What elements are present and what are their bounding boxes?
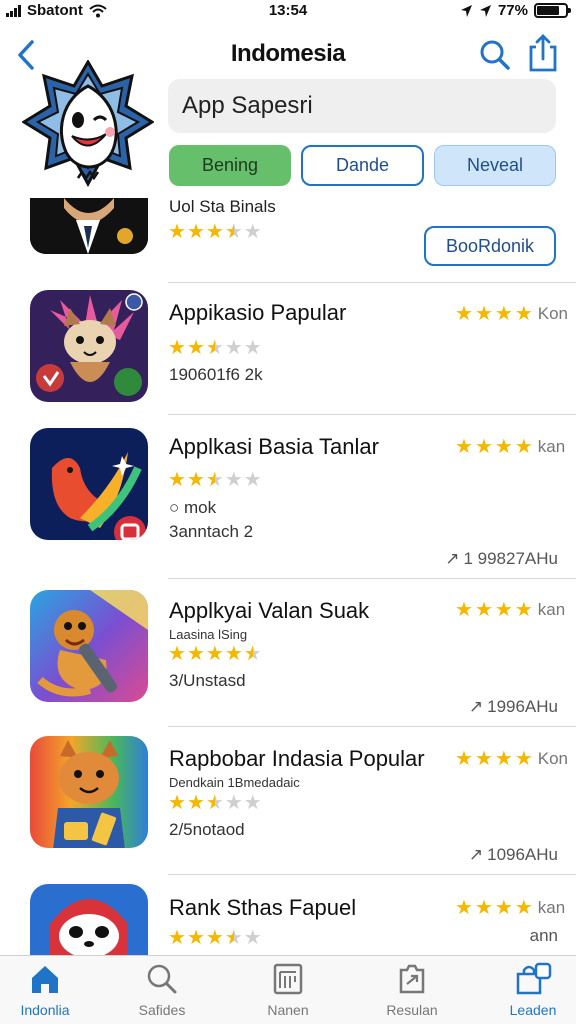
app-subtitle-2b: 3anntach 2 xyxy=(169,522,254,541)
tab-updates[interactable]: Resulan xyxy=(367,962,457,1018)
home-icon xyxy=(32,966,58,993)
tab-news[interactable]: Nanen xyxy=(243,962,333,1018)
featured-subtitle: Uol Sta Binals xyxy=(169,197,276,216)
app-icon-3[interactable] xyxy=(30,590,148,702)
app-icon-4[interactable] xyxy=(30,736,148,848)
app-name-3[interactable]: Applkyai Valan Suak xyxy=(169,598,369,624)
side-rating: ★ ★ ★ ★ kan xyxy=(455,599,566,621)
rating-stars: ★ ★ ★ ★ ★ xyxy=(168,469,262,491)
side-rating: ★ ★ ★ ★ kan xyxy=(455,436,566,458)
filter-chip-2[interactable]: Dande xyxy=(301,145,424,186)
filter-chip-3[interactable]: Neveal xyxy=(434,145,556,186)
search-button[interactable] xyxy=(478,38,512,72)
search-icon xyxy=(147,964,177,994)
divider xyxy=(168,726,576,727)
app-subtitle-1: 190601f6 2k xyxy=(169,365,263,384)
app-subtitle-3: 3/Unstasd xyxy=(169,671,246,690)
app-size: ↗ 1996AHu xyxy=(468,697,558,716)
app-icon-5[interactable] xyxy=(30,884,148,955)
location-icon xyxy=(479,4,491,17)
side-rating: ★ ★ ★ ★ Kon xyxy=(455,748,568,770)
rating-stars: ★ ★ ★ ★ ★ xyxy=(168,927,262,949)
tab-label: Indonlia xyxy=(20,1002,70,1018)
app-icon-1[interactable] xyxy=(30,290,148,402)
tab-label: Resulan xyxy=(386,1002,438,1018)
app-subtitle-2: ○ mok xyxy=(169,498,217,517)
rating-stars: ★ ★ ★ ★ ★ xyxy=(168,337,262,359)
tab-bag[interactable]: Leaden xyxy=(488,962,576,1018)
download-arrow-icon: ↗ xyxy=(445,549,460,568)
download-arrow-icon: ↗ xyxy=(468,845,484,864)
divider xyxy=(168,578,576,579)
divider xyxy=(168,414,576,415)
download-arrow-icon: ↗ xyxy=(468,697,484,716)
search-input[interactable] xyxy=(168,79,556,133)
app-icon-2[interactable] xyxy=(30,428,148,540)
app-name-2[interactable]: Applkasi Basia Tanlar xyxy=(169,434,379,460)
share-button[interactable] xyxy=(527,33,559,73)
tab-search[interactable]: Safides xyxy=(117,962,207,1018)
app-size: ↗ 1 99827AHu xyxy=(445,549,558,568)
app-name-5[interactable]: Rank Sthas Fapuel xyxy=(169,895,356,921)
rating-stars: ★ ★ ★ ★ ★ xyxy=(168,792,262,814)
battery-percent: 77% xyxy=(497,2,528,19)
app-name-1[interactable]: Appikasio Papular xyxy=(169,300,346,326)
news-icon xyxy=(273,963,303,995)
app-tagline-4: Dendkain 1Bmedadaic xyxy=(169,775,300,790)
tab-bar: Indonlia Safides Nanen Resulan Leaden xyxy=(0,955,576,1024)
side-rating: ★ ★ ★ ★ kan xyxy=(455,897,566,919)
filter-chip-1[interactable]: Bening xyxy=(169,145,291,186)
divider xyxy=(168,874,576,875)
location-icon xyxy=(460,4,472,17)
featured-app-image[interactable] xyxy=(30,198,148,254)
mascot-logo-icon xyxy=(22,60,154,188)
divider xyxy=(168,282,576,283)
app-tagline-3: Laasina lSing xyxy=(169,627,248,642)
updates-icon xyxy=(399,964,425,994)
battery-icon xyxy=(534,3,571,18)
tab-label: Safides xyxy=(138,1002,186,1018)
app-subtitle-4: 2/5notaod xyxy=(169,820,245,839)
tab-label: Nanen xyxy=(267,1002,309,1018)
bag-icon xyxy=(516,962,552,995)
status-bar: Sbatont 13:54 77% xyxy=(0,0,576,26)
rating-stars: ★ ★ ★ ★ ★ xyxy=(168,221,262,243)
app-name-4[interactable]: Rapbobar Indasia Popular xyxy=(169,746,425,772)
tab-label: Leaden xyxy=(509,1002,557,1018)
side-rating: ★ ★ ★ ★ Kon xyxy=(455,303,568,325)
rating-stars: ★ ★ ★ ★ ★ xyxy=(168,643,262,665)
side-label-2: ann xyxy=(529,926,558,945)
tab-home[interactable]: Indonlia xyxy=(0,962,90,1018)
featured-action-button[interactable]: BooRdonik xyxy=(424,226,556,266)
app-size: ↗ 1096AHu xyxy=(468,845,558,864)
